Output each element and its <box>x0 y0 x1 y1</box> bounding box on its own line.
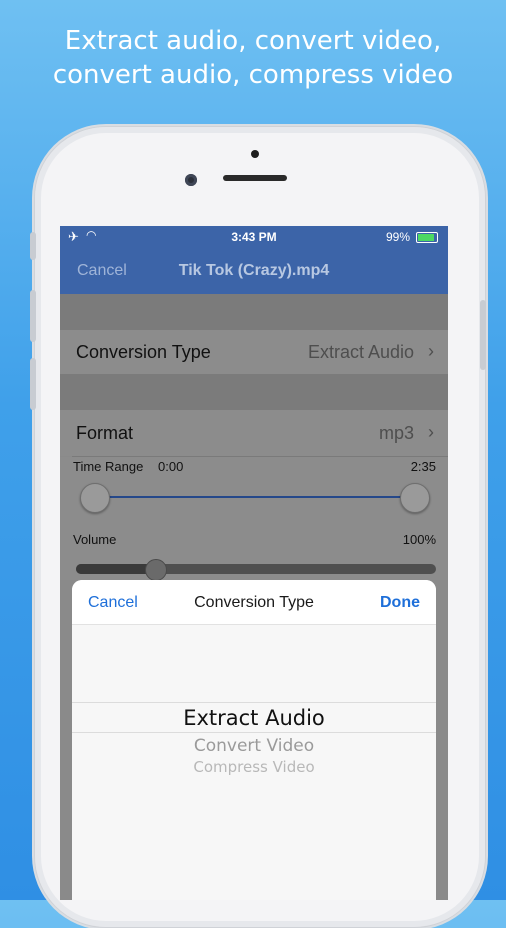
section-spacer <box>60 374 448 410</box>
volume-slider-fill <box>76 564 155 574</box>
conversion-type-row[interactable]: Conversion Type Extract Audio › <box>60 330 448 374</box>
volume-slider[interactable] <box>76 559 436 581</box>
conversion-type-label: Conversion Type <box>76 342 211 362</box>
picker-option-convert-video[interactable]: Convert Video <box>72 736 436 756</box>
earpiece-speaker <box>223 175 287 181</box>
headline-line-1: Extract audio, convert video, <box>64 26 442 56</box>
volume-value: 100% <box>402 532 436 547</box>
battery-percent: 99% <box>385 230 410 244</box>
picker-selection-bottom-line <box>72 732 436 733</box>
front-camera <box>185 174 197 186</box>
format-label: Format <box>76 423 134 443</box>
picker-option-extract-audio[interactable]: Extract Audio <box>72 706 436 730</box>
power-button <box>480 300 486 370</box>
time-range-end: 2:35 <box>410 459 436 474</box>
time-range-start: 0:00 <box>158 459 184 474</box>
headline-line-2: convert audio, compress video <box>52 60 454 90</box>
status-bar: ✈ ◠ 3:43 PM 99% <box>60 226 448 248</box>
format-row[interactable]: Format mp3 › <box>60 410 448 456</box>
picker-done-button[interactable]: Done <box>380 594 420 612</box>
navigation-bar: Cancel Tik Tok (Crazy).mp4 <box>60 248 448 294</box>
format-value: mp3 <box>378 423 414 443</box>
sliders-section: Time Range 0:00 2:35 Volume 100% <box>60 457 448 580</box>
volume-up-button <box>30 290 36 342</box>
time-range-label: Time Range <box>73 459 144 474</box>
volume-label: Volume <box>73 532 117 547</box>
conversion-type-picker: Cancel Conversion Type Done Extract Audi… <box>72 580 436 900</box>
time-range-track <box>98 496 418 498</box>
promo-headline: Extract audio, convert video, convert au… <box>0 24 506 92</box>
phone-screen: ✈ ◠ 3:43 PM 99% Cancel Tik Tok (Crazy).m… <box>60 226 448 900</box>
section-spacer <box>60 294 448 330</box>
picker-option-compress-video[interactable]: Compress Video <box>72 758 436 776</box>
sensor-dot <box>251 150 259 158</box>
mute-switch <box>30 232 36 260</box>
volume-slider-handle[interactable] <box>145 559 167 581</box>
chevron-right-icon: › <box>428 341 434 361</box>
volume-down-button <box>30 358 36 410</box>
time-range-start-handle[interactable] <box>80 483 110 513</box>
conversion-type-value: Extract Audio <box>307 342 414 362</box>
picker-selection-top-line <box>72 702 436 703</box>
battery-icon <box>416 232 438 243</box>
time-range-end-handle[interactable] <box>400 483 430 513</box>
nav-title: Tik Tok (Crazy).mp4 <box>178 262 330 279</box>
chevron-right-icon: › <box>428 422 434 442</box>
picker-toolbar: Cancel Conversion Type Done <box>72 580 436 625</box>
